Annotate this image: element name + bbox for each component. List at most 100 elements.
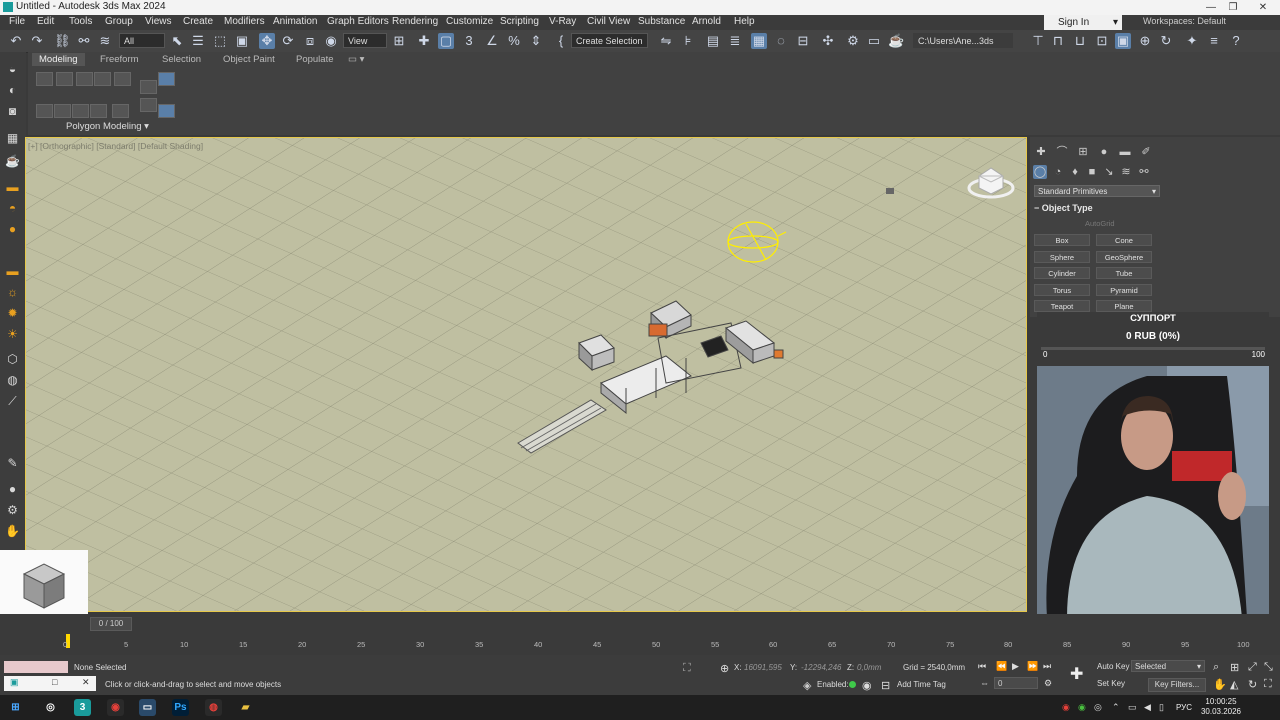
- autogrid-checkbox[interactable]: AutoGrid: [1085, 219, 1115, 228]
- ribbon-tool-button[interactable]: [36, 104, 53, 118]
- select-move-icon[interactable]: ✥: [259, 33, 275, 49]
- pan-icon[interactable]: ✋: [4, 524, 21, 539]
- shapes-icon[interactable]: ◔: [1051, 165, 1065, 179]
- menu-help[interactable]: Help: [734, 16, 755, 27]
- sphere-button[interactable]: Sphere: [1034, 251, 1090, 263]
- menu-tools[interactable]: Tools: [69, 16, 92, 27]
- refresh-icon[interactable]: ↻: [1158, 33, 1174, 49]
- sign-in-button[interactable]: Sign In ▾: [1044, 15, 1122, 30]
- redo-icon[interactable]: ↷: [29, 33, 45, 49]
- select-object-icon[interactable]: ⬉: [169, 33, 185, 49]
- monitor-app-icon[interactable]: ▭: [139, 699, 156, 716]
- zoom-extents-icon[interactable]: ⤢: [1248, 661, 1257, 674]
- floating-mini-window[interactable]: ▣ □ ✕: [4, 676, 96, 691]
- hierarchy-tab-icon[interactable]: ⊞: [1076, 145, 1090, 159]
- adaptive-degradation-icon[interactable]: ◈: [803, 679, 811, 692]
- tape-icon[interactable]: ▬: [4, 264, 21, 279]
- project-path-field[interactable]: C:\Users\Ane...3ds Max 2024: [913, 33, 1013, 61]
- cone-button[interactable]: Cone: [1096, 234, 1152, 246]
- maximize-viewport-icon[interactable]: ⛶: [1264, 678, 1272, 691]
- photoshop-icon[interactable]: Ps: [172, 699, 189, 716]
- previous-frame-icon[interactable]: ⏪: [996, 661, 1007, 672]
- start-icon[interactable]: ⊞: [7, 699, 24, 716]
- ribbon-tool-button[interactable]: [158, 104, 175, 118]
- tab-populate[interactable]: Populate: [296, 54, 334, 65]
- create-tab-icon[interactable]: ✚: [1034, 145, 1048, 159]
- cylinder-button[interactable]: Cylinder: [1034, 267, 1090, 279]
- battery-icon[interactable]: ▯: [1159, 702, 1164, 713]
- ribbon-tool-button[interactable]: [94, 72, 111, 86]
- ribbon-tool-button[interactable]: [158, 72, 175, 86]
- grid-icon[interactable]: ▦: [4, 131, 21, 146]
- ribbon-tool-button[interactable]: [76, 72, 93, 86]
- teapot-icon[interactable]: ☕: [4, 154, 21, 169]
- isolate-icon[interactable]: ⛶: [683, 662, 691, 675]
- half-sphere-icon[interactable]: ◓: [4, 201, 21, 216]
- key-filters-button[interactable]: Key Filters...: [1148, 678, 1206, 692]
- open-file-icon[interactable]: ⊓: [1050, 33, 1066, 49]
- cameras-icon[interactable]: ■: [1085, 165, 1099, 179]
- enabled-indicator[interactable]: [849, 681, 856, 688]
- field-of-view-icon[interactable]: ◭: [1230, 678, 1238, 691]
- menu-edit[interactable]: Edit: [37, 16, 54, 27]
- render-production-icon[interactable]: ☕: [888, 33, 904, 49]
- current-frame-field[interactable]: 0: [994, 677, 1038, 689]
- modify-tab-icon[interactable]: ⌒: [1055, 145, 1069, 159]
- camera-icon[interactable]: ◙: [4, 104, 21, 119]
- 3dsmax-taskbar-icon[interactable]: 3: [74, 699, 91, 716]
- menu-civil-view[interactable]: Civil View: [587, 16, 630, 27]
- percent-snap-icon[interactable]: %: [506, 33, 522, 49]
- orbit-icon[interactable]: ⊕: [1137, 33, 1153, 49]
- perspective-viewport[interactable]: [+] [Orthographic] [Standard] [Default S…: [25, 137, 1027, 612]
- tab-modeling[interactable]: Modeling: [32, 53, 85, 66]
- tray-app-icon[interactable]: ◉: [1062, 702, 1070, 713]
- ribbon-options-icon[interactable]: ▭ ▾: [348, 54, 364, 65]
- search-icon[interactable]: ◎: [42, 699, 59, 716]
- utilities-tab-icon[interactable]: ✐: [1139, 145, 1153, 159]
- workspaces-selector[interactable]: Workspaces: Default: [1143, 16, 1226, 26]
- tray-steam-icon[interactable]: ◎: [1094, 702, 1102, 713]
- link-icon[interactable]: ⛓: [54, 33, 71, 49]
- undo-icon[interactable]: ↶: [8, 33, 24, 49]
- save-file-icon[interactable]: ⊔: [1072, 33, 1088, 49]
- menu-modifiers[interactable]: Modifiers: [224, 16, 265, 27]
- auto-key-button[interactable]: Auto Key: [1097, 662, 1129, 671]
- pan-view-icon[interactable]: ✋: [1213, 678, 1227, 691]
- ribbon-tool-button[interactable]: [90, 104, 107, 118]
- ribbon-tool-button[interactable]: [140, 98, 157, 112]
- time-config-icon[interactable]: ◉: [862, 679, 872, 692]
- menu-customize[interactable]: Customize: [446, 16, 493, 27]
- ribbon-tool-button[interactable]: [72, 104, 89, 118]
- select-rotate-icon[interactable]: ⟳: [280, 33, 296, 49]
- command-panel-toggle-icon[interactable]: ≡: [1206, 33, 1222, 49]
- tab-freeform[interactable]: Freeform: [100, 54, 139, 65]
- light-icon[interactable]: ☼: [4, 285, 21, 300]
- plugin-icon[interactable]: ✦: [1184, 33, 1200, 49]
- path-icon[interactable]: ⟋: [4, 394, 21, 409]
- scene-explorer-icon[interactable]: ▤: [705, 33, 721, 49]
- key-mode-icon[interactable]: ⇔: [980, 678, 989, 688]
- zoom-all-icon[interactable]: ⊞: [1230, 661, 1239, 674]
- ribbon-tool-button[interactable]: [54, 104, 71, 118]
- menu-rendering[interactable]: Rendering: [392, 16, 438, 27]
- named-selection-sets-dropdown[interactable]: Create Selection Se: [571, 33, 648, 61]
- y-coordinate-field[interactable]: -12294,246: [801, 663, 841, 672]
- window-crossing-icon[interactable]: ▣: [234, 33, 250, 49]
- orbit-view-icon[interactable]: ↻: [1248, 678, 1257, 691]
- schematic-view-icon[interactable]: ⊟: [795, 33, 811, 49]
- maxscript-listener-field[interactable]: [4, 661, 68, 673]
- network-icon[interactable]: ▭: [1128, 702, 1137, 713]
- menu-create[interactable]: Create: [183, 16, 213, 27]
- close-mini-icon[interactable]: ✕: [82, 677, 90, 688]
- torus-button[interactable]: Torus: [1034, 284, 1090, 296]
- select-by-name-icon[interactable]: ☰: [190, 33, 206, 49]
- clock-date[interactable]: 30.03.2026: [1196, 707, 1246, 716]
- timeline-track[interactable]: 0 5 10 15 20 25 30 35 40 45 50 55 60 65 …: [0, 634, 1280, 652]
- helpers-icon[interactable]: ↘: [1102, 165, 1116, 179]
- menu-views[interactable]: Views: [145, 16, 172, 27]
- geometry-icon[interactable]: ◯: [1033, 165, 1047, 179]
- maximize-mini-icon[interactable]: □: [52, 677, 57, 687]
- x-coordinate-field[interactable]: 16091,595: [744, 663, 782, 672]
- toggle-ribbon-icon[interactable]: ▦: [751, 33, 767, 49]
- spacewarps-icon[interactable]: ≋: [1119, 165, 1133, 179]
